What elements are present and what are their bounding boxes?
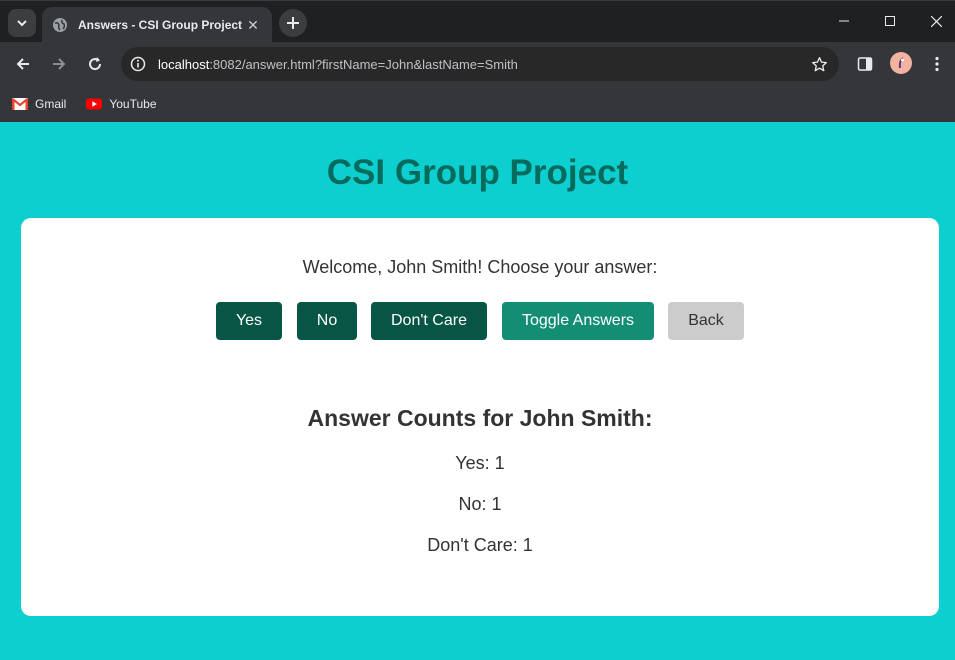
maximize-icon [885,16,895,26]
new-tab-button[interactable] [279,9,307,37]
arrow-left-icon [16,58,29,70]
gmail-icon [12,98,28,110]
reload-icon [89,57,102,71]
profile-avatar[interactable] [890,52,912,74]
yes-count: Yes: 1 [455,453,505,473]
bookmark-star-icon[interactable] [809,54,829,74]
no-button[interactable]: No [297,302,357,340]
answer-card: Welcome, John Smith! Choose your answer:… [21,218,939,616]
close-window-button[interactable] [913,1,955,41]
more-vert-icon [935,56,939,72]
site-info-icon[interactable] [121,47,155,81]
tab-strip: Answers - CSI Group Project ✕ [0,0,955,43]
close-icon [930,15,942,27]
tab-title: Answers - CSI Group Project [78,18,243,32]
dont-care-count: Don't Care: 1 [427,535,533,555]
answer-counts-heading: Answer Counts for John Smith: [307,405,653,431]
yes-button[interactable]: Yes [216,302,282,340]
bookmark-label: YouTube [109,97,157,111]
browser-toolbar: localhost:8082/answer.html?firstName=Joh… [0,42,955,86]
no-count: No: 1 [458,494,502,514]
youtube-icon [86,98,103,110]
dont-care-button[interactable]: Don't Care [371,302,487,340]
page-title: CSI Group Project [326,153,629,192]
welcome-message: Welcome, John Smith! Choose your answer: [302,257,658,277]
back-button[interactable]: Back [668,302,744,340]
bookmark-label: Gmail [35,97,67,111]
arrow-right-icon [53,58,66,70]
active-tab[interactable]: Answers - CSI Group Project ✕ [42,7,272,43]
tab-search-button[interactable] [8,9,36,37]
close-tab-icon[interactable]: ✕ [244,16,262,34]
url-text: localhost:8082/answer.html?firstName=Joh… [158,56,518,72]
menu-button[interactable] [926,53,948,75]
globe-icon [52,17,68,33]
address-bar[interactable]: localhost:8082/answer.html?firstName=Joh… [121,47,839,81]
chevron-down-icon [17,20,27,27]
bookmark-gmail[interactable]: Gmail [12,97,66,111]
forward-nav-button[interactable] [45,50,73,78]
toggle-answers-button[interactable]: Toggle Answers [502,302,654,340]
side-panel-icon [857,57,873,71]
bookmarks-bar: Gmail YouTube [0,86,955,122]
minimize-button[interactable] [821,1,867,41]
back-nav-button[interactable] [9,50,37,78]
side-panel-button[interactable] [854,53,876,75]
page-viewport: CSI Group Project Welcome, John Smith! C… [0,122,955,660]
minimize-icon [839,20,849,22]
plus-icon [287,17,299,29]
profile-icon [898,57,904,69]
maximize-button[interactable] [867,1,913,41]
bookmark-youtube[interactable]: YouTube [86,97,157,111]
reload-button[interactable] [81,50,109,78]
